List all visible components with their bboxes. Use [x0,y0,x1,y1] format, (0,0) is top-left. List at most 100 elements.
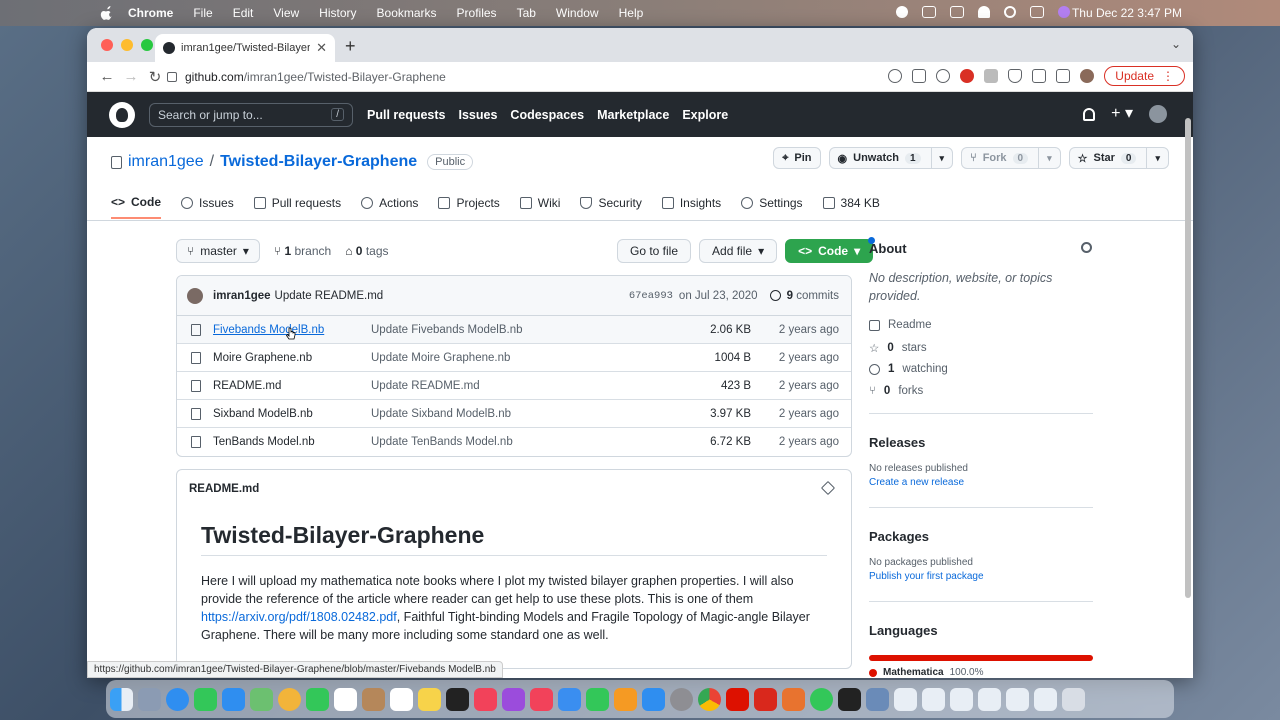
packages-heading[interactable]: Packages [869,529,929,544]
messages-icon[interactable] [194,687,217,711]
facetime-icon[interactable] [306,687,329,711]
publish-package-link[interactable]: Publish your first package [869,571,984,582]
preview-icon[interactable] [866,687,889,711]
podcasts-icon[interactable] [502,687,525,711]
tab-insights[interactable]: Insights [661,195,721,219]
trash-icon[interactable] [1062,687,1085,711]
system-settings-icon[interactable] [670,687,693,711]
tab-code[interactable]: <> Code [111,195,162,219]
menu-help[interactable]: Help [619,6,644,20]
window-thumbnail-icon[interactable] [950,687,973,711]
about-forks-link[interactable]: ⑂ 0 forks [869,385,923,397]
branch-selector[interactable]: ⑂ master ▾ [176,239,260,263]
sidebar-icon[interactable] [1056,69,1071,83]
safari-icon[interactable] [166,687,189,711]
close-window-button[interactable] [101,39,113,51]
window-thumbnail-icon[interactable] [922,687,945,711]
tab-actions[interactable]: Actions [361,195,418,219]
github-logo-icon[interactable] [109,101,135,128]
file-commit-message[interactable]: Update Fivebands ModelB.nb [371,324,523,336]
nav-explore[interactable]: Explore [682,108,728,122]
releases-heading[interactable]: Releases [869,435,925,450]
reminders-icon[interactable] [390,687,413,711]
tab-security[interactable]: Security [580,195,642,219]
tab-projects[interactable]: Projects [438,195,500,219]
create-new-icon[interactable]: + ▾ [1111,106,1133,122]
commit-author[interactable]: imran1gee [213,290,271,302]
share-icon[interactable] [912,69,927,83]
new-tab-icon[interactable]: + [345,36,356,57]
nav-issues[interactable]: Issues [459,108,498,122]
menu-window[interactable]: Window [556,6,599,20]
file-row[interactable]: Sixband ModelB.nb Update Sixband ModelB.… [177,400,851,428]
wifi-icon[interactable] [978,6,990,18]
file-row[interactable]: Fivebands ModelB.nb Update Fivebands Mod… [177,316,851,344]
keynote-icon[interactable] [558,687,581,711]
history-icon[interactable] [769,290,781,301]
app-store-icon[interactable] [642,687,665,711]
bookmark-star-icon[interactable] [936,69,951,83]
zoom-window-button[interactable] [141,39,153,51]
menu-edit[interactable]: Edit [233,6,254,20]
browser-tab-active[interactable]: imran1gee/Twisted-Bilayer-Gra ✕ [155,34,335,62]
file-name-link[interactable]: Sixband ModelB.nb [213,408,371,420]
file-name-link[interactable]: README.md [213,380,371,392]
tab-search-chevron-icon[interactable]: ⌄ [1171,37,1181,51]
window-thumbnail-icon[interactable] [1006,687,1029,711]
tab-repo-size[interactable]: 384 KB [822,195,880,219]
menu-app-name[interactable]: Chrome [128,6,173,20]
about-stars-link[interactable]: ☆ 0 stars [869,341,927,355]
file-row[interactable]: README.md Update README.md 423 B 2 years… [177,372,851,400]
photos-icon[interactable] [278,687,301,711]
page-scrollbar[interactable] [1185,118,1191,598]
nav-codespaces[interactable]: Codespaces [510,108,584,122]
repo-name-link[interactable]: Twisted-Bilayer-Graphene [220,153,417,171]
repo-owner-link[interactable]: imran1gee [128,153,204,171]
add-file-button[interactable]: Add file ▾ [699,239,778,263]
file-commit-message[interactable]: Update TenBands Model.nb [371,436,513,448]
siri-icon[interactable] [1058,6,1070,18]
chrome-icon[interactable] [698,687,721,711]
profile-avatar[interactable] [1080,69,1095,83]
about-watching-link[interactable]: 1 watching [869,363,948,375]
mail-icon[interactable] [222,687,245,711]
unwatch-button[interactable]: ◉ Unwatch 1 ▾ [828,147,954,169]
pages-icon[interactable] [614,687,637,711]
apple-tv-icon[interactable] [446,687,469,711]
gear-icon[interactable] [1081,242,1092,253]
tab-wiki[interactable]: Wiki [519,195,560,219]
music-icon[interactable] [474,687,497,711]
search-input[interactable]: Search or jump to... / [149,102,353,127]
menu-tab[interactable]: Tab [517,6,536,20]
readme-arxiv-link[interactable]: https://arxiv.org/pdf/1808.02482.pdf [201,610,397,624]
close-tab-icon[interactable]: ✕ [316,40,327,56]
file-commit-message[interactable]: Update Moire Graphene.nb [371,352,510,364]
notes-icon[interactable] [418,687,441,711]
window-thumbnail-icon[interactable] [1034,687,1057,711]
user-avatar[interactable] [1149,105,1167,123]
circle-app-icon[interactable] [810,687,833,711]
window-thumbnail-icon[interactable] [978,687,1001,711]
menubar-clock[interactable]: Thu Dec 22 3:47 PM [1072,6,1182,20]
commits-link[interactable]: 9 commits [787,290,839,302]
display-icon[interactable] [922,6,936,18]
minimize-window-button[interactable] [121,39,133,51]
menu-view[interactable]: View [273,6,299,20]
go-to-file-button[interactable]: Go to file [617,239,692,263]
reload-icon[interactable]: ↻ [143,68,167,86]
commit-author-avatar[interactable] [187,287,203,304]
star-button[interactable]: ☆ Star 0 ▾ [1068,147,1169,169]
file-name-link[interactable]: Moire Graphene.nb [213,352,371,364]
extensions-puzzle-icon[interactable] [1032,69,1047,83]
terminal-icon[interactable] [838,687,861,711]
tab-pull-requests[interactable]: Pull requests [253,195,341,219]
launchpad-icon[interactable] [138,687,161,711]
matlab-icon[interactable] [782,687,805,711]
finder-icon[interactable] [110,687,133,711]
pin-button[interactable]: ⌖ Pin [773,147,821,169]
extension-k-icon[interactable] [984,69,999,83]
about-readme-link[interactable]: Readme [869,319,931,331]
language-item[interactable]: Mathematica 100.0% [869,667,984,678]
acrobat-icon[interactable] [754,687,777,711]
google-icon[interactable] [888,69,903,83]
